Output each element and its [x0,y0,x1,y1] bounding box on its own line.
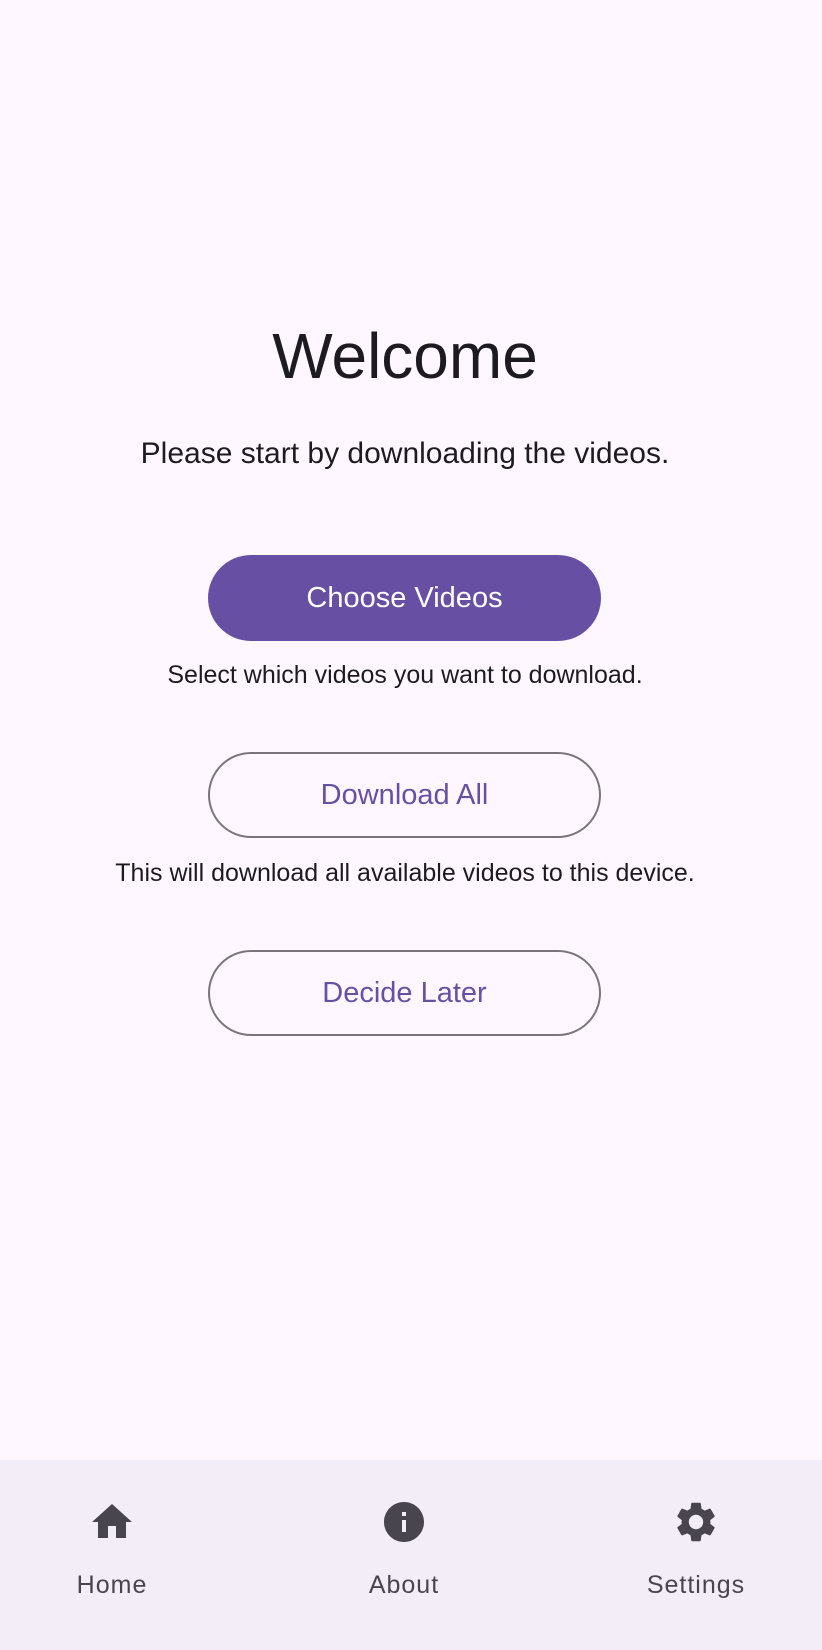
nav-item-about[interactable]: About [304,1460,504,1650]
bottom-navigation-bar: Home About Settings [0,1460,822,1650]
nav-item-home[interactable]: Home [12,1460,212,1650]
page-subtitle: Please start by downloading the videos. [140,437,670,470]
info-icon [380,1498,428,1546]
choose-videos-button[interactable]: Choose Videos [208,555,601,641]
download-all-hint: This will download all available videos … [115,859,695,887]
home-icon [88,1498,136,1546]
page-title: Welcome [272,320,538,392]
nav-item-label: Settings [646,1571,746,1599]
welcome-screen: Welcome Please start by downloading the … [0,0,822,1650]
choose-videos-hint: Select which videos you want to download… [167,661,643,689]
nav-item-label: Home [76,1571,148,1599]
gear-icon [672,1498,720,1546]
download-all-button[interactable]: Download All [208,752,601,838]
nav-item-settings[interactable]: Settings [596,1460,796,1650]
nav-item-label: About [368,1571,440,1599]
decide-later-button[interactable]: Decide Later [208,950,601,1036]
